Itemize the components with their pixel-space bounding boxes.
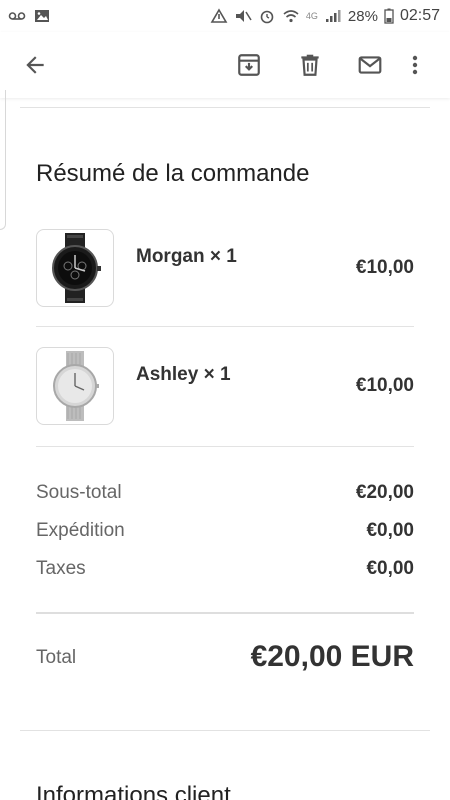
arrow-back-icon [26, 56, 44, 74]
order-summary-title: Résumé de la commande [36, 160, 310, 187]
item-name: Morgan × 1 [136, 246, 237, 267]
total-label: Total [36, 647, 77, 668]
alarm-icon [258, 8, 276, 24]
network-type: 4G [305, 11, 318, 21]
previous-message-edge [0, 90, 6, 230]
item-thumbnail [36, 347, 114, 425]
more-options-button[interactable] [407, 49, 423, 81]
summary-label: Taxes [36, 558, 86, 579]
customer-info-title: Informations client [36, 782, 231, 800]
summary-label: Expédition [36, 520, 125, 541]
mute-icon [234, 8, 252, 24]
back-button[interactable] [19, 49, 51, 81]
battery-percent: 28% [347, 7, 378, 25]
item-name: Ashley × 1 [136, 364, 231, 385]
mark-unread-button[interactable] [354, 49, 386, 81]
divider [36, 446, 414, 447]
divider [20, 730, 430, 731]
taxes-line: Taxes €0,00 [36, 558, 414, 584]
silver-watch-icon [53, 351, 99, 421]
item-price: €10,00 [355, 257, 414, 278]
delete-button[interactable] [294, 49, 326, 81]
summary-value: €0,00 [366, 520, 414, 541]
archive-button[interactable] [233, 49, 265, 81]
data-saver-icon [210, 8, 228, 24]
divider [20, 107, 430, 108]
subtotal-line: Sous-total €20,00 [36, 482, 414, 508]
item-price: €10,00 [355, 375, 414, 396]
item-thumbnail [36, 229, 114, 307]
order-item: Morgan × 1 €10,00 [36, 229, 414, 307]
shipping-line: Expédition €0,00 [36, 520, 414, 546]
order-item: Ashley × 1 €10,00 [36, 347, 414, 425]
signal-icon [324, 8, 342, 24]
summary-value: €0,00 [366, 558, 414, 579]
wifi-icon [282, 8, 300, 24]
divider [36, 612, 414, 614]
app-bar [0, 32, 450, 98]
total-value: €20,00 EUR [250, 640, 414, 673]
archive-icon [238, 54, 260, 76]
black-watch-icon [52, 233, 101, 303]
divider [36, 326, 414, 327]
voicemail-icon [8, 8, 26, 24]
summary-value: €20,00 [355, 482, 414, 503]
trash-icon [301, 54, 319, 76]
status-bar: 4G 28% 02:57 [0, 0, 450, 32]
more-vert-icon [412, 55, 418, 75]
mail-icon [358, 56, 382, 74]
clock-time: 02:57 [399, 7, 440, 24]
summary-label: Sous-total [36, 482, 122, 503]
image-notification-icon [33, 8, 51, 24]
battery-icon [384, 8, 394, 24]
